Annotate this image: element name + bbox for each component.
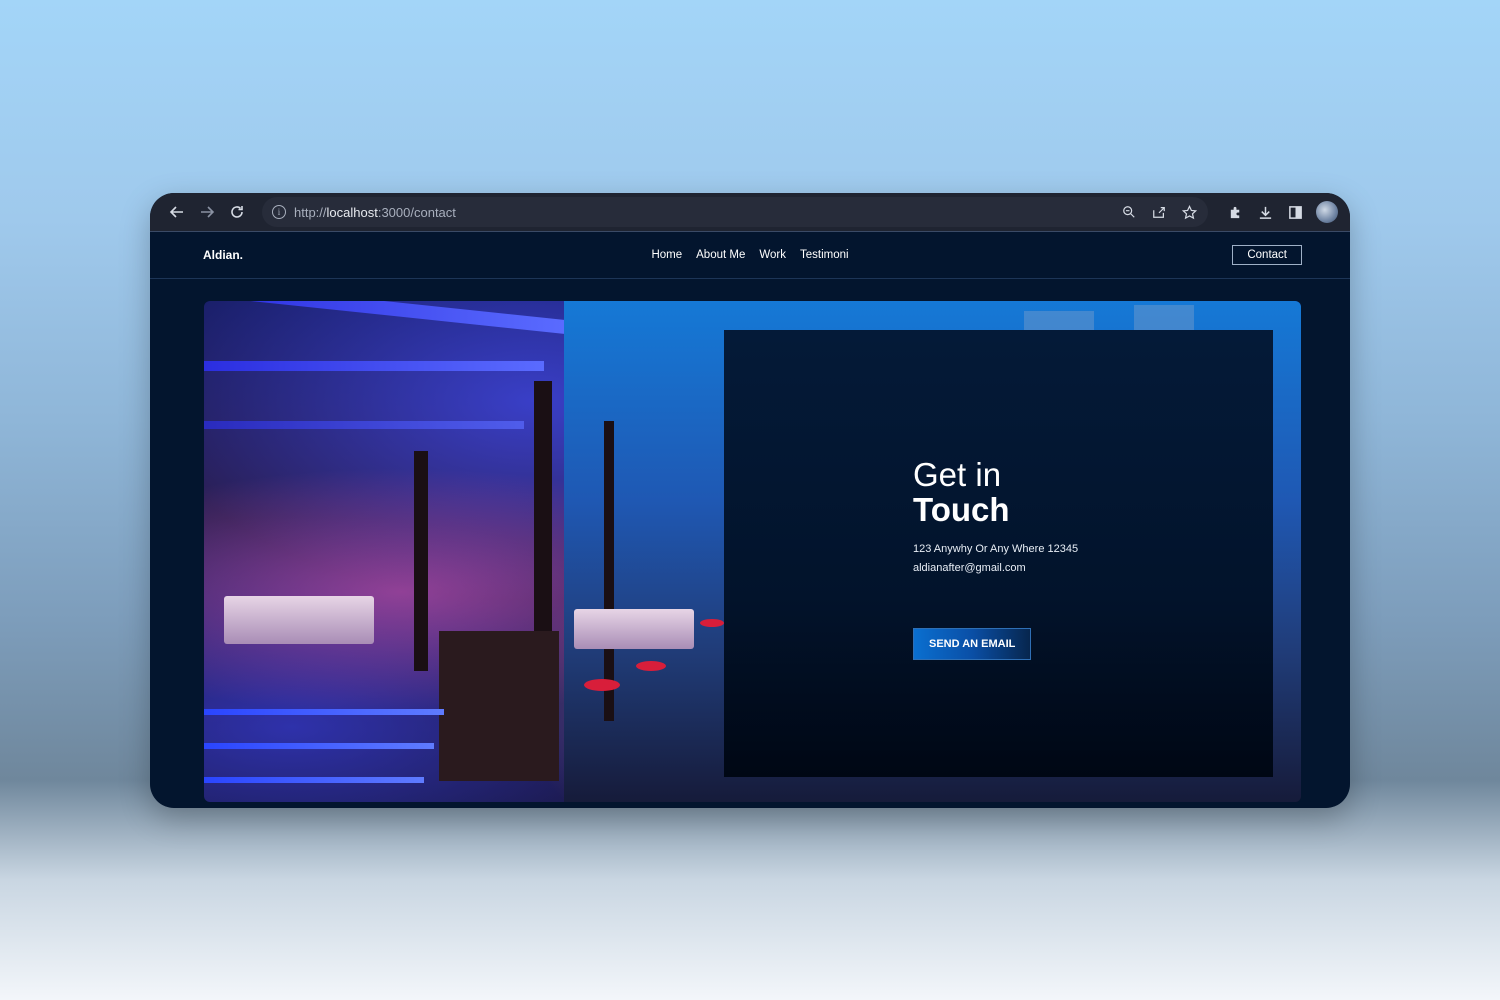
hero-stool [584,679,620,691]
contact-button[interactable]: Contact [1232,245,1302,265]
url-path: :3000/contact [377,204,456,220]
hero-beam [204,301,564,334]
download-icon[interactable] [1256,203,1274,221]
bookmark-star-icon[interactable] [1180,203,1198,221]
nav-about-me[interactable]: About Me [696,249,745,261]
contact-title: Get in Touch [913,457,1078,527]
hero-image: Get in Touch 123 Anywhy Or Any Where 123… [204,301,1301,802]
hero-step-light [204,709,444,715]
nav-testimoni[interactable]: Testimoni [800,249,849,261]
brand-logo[interactable]: Aldian. [203,248,243,262]
hero-pillar [414,451,428,671]
info-icon[interactable]: i [272,205,286,219]
url-host: localhost [326,204,378,220]
hero-building [1134,305,1194,331]
hero-beam [204,361,544,371]
title-line-1: Get in [913,456,1002,493]
hero-step-light [204,777,424,783]
browser-window: i http://localhost:3000/contact Aldian. … [150,193,1350,808]
profile-avatar[interactable] [1316,201,1338,223]
contact-card: Get in Touch 123 Anywhy Or Any Where 123… [724,330,1273,777]
main-menu: Home About Me Work Testimoni [651,249,848,261]
extensions-icon[interactable] [1226,203,1244,221]
hero-sofa [224,596,374,644]
title-line-2: Touch [913,491,1010,528]
hero-beam [204,421,524,429]
contact-content: Get in Touch 123 Anywhy Or Any Where 123… [913,457,1078,660]
hero-stool [636,661,666,671]
send-email-button[interactable]: SEND AN EMAIL [913,628,1032,660]
site-header: Aldian. Home About Me Work Testimoni Con… [150,232,1350,279]
address-bar[interactable]: i http://localhost:3000/contact [262,197,1208,227]
nav-home[interactable]: Home [651,249,682,261]
contact-address: 123 Anywhy Or Any Where 12345 [913,543,1079,555]
url-scheme: http:// [294,204,327,220]
nav-work[interactable]: Work [759,249,786,261]
url-text[interactable]: http://localhost:3000/contact [294,205,456,220]
reload-icon[interactable] [222,197,252,227]
hero-stool [700,619,724,627]
side-panel-icon[interactable] [1286,203,1304,221]
hero-step-light [204,743,434,749]
contact-email: aldianafter@gmail.com [913,562,1026,574]
forward-icon[interactable] [192,197,222,227]
hero-building [1024,311,1094,331]
zoom-icon[interactable] [1120,203,1138,221]
share-icon[interactable] [1150,203,1168,221]
hero-bar-counter [439,631,559,781]
browser-toolbar: i http://localhost:3000/contact [150,193,1350,232]
hero-pillar [604,421,614,721]
hero-sofa [574,609,694,649]
back-icon[interactable] [162,197,192,227]
